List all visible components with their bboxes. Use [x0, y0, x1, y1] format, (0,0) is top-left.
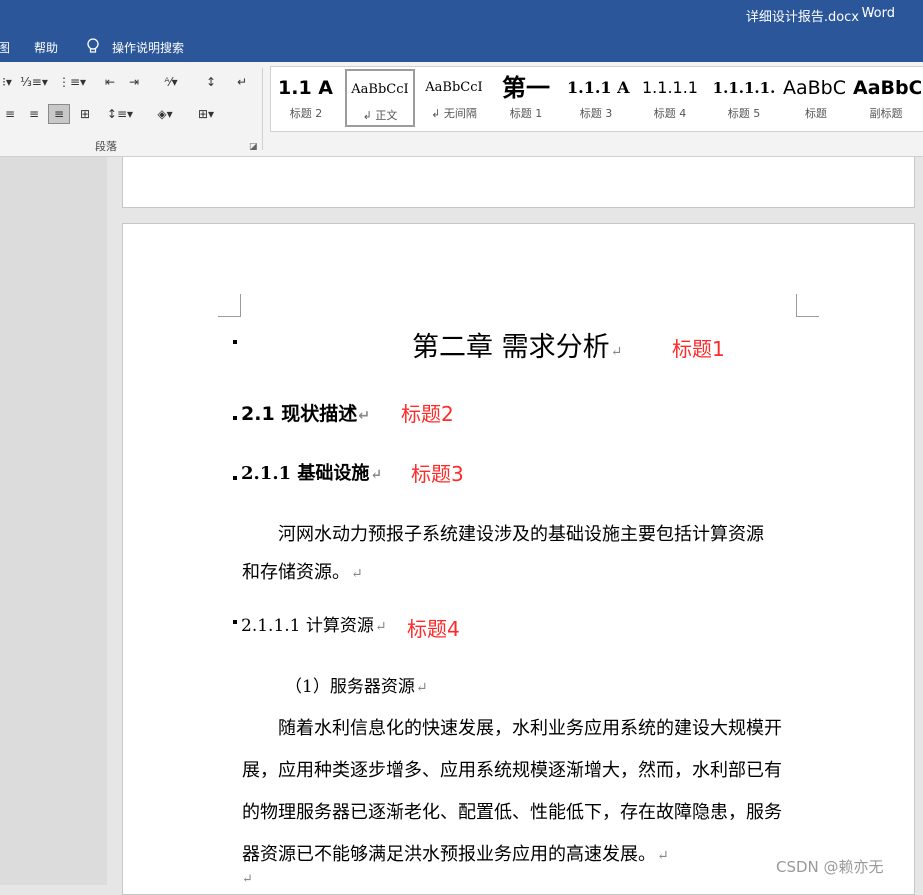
distributed-icon[interactable]: ⊞ — [74, 104, 96, 124]
heading-marker — [233, 620, 237, 624]
paragraph-mark: ↵ — [358, 408, 371, 424]
tab-help[interactable]: 帮助 — [34, 39, 58, 56]
chinese-layout-icon[interactable]: ᴬ⁄▾ — [156, 72, 186, 92]
body-text-line[interactable]: 展，应用种类逐步增多、应用系统规模逐渐增大，然而，水利部已有 — [242, 756, 782, 782]
document-page[interactable] — [122, 223, 915, 895]
style-heading-2[interactable]: 1.1 A 标题 2 — [271, 69, 341, 127]
paragraph-group-label: 段落 — [95, 140, 117, 153]
style-title[interactable]: AaBbC 标题 — [781, 69, 851, 127]
heading-4[interactable]: 2.1.1.1 计算资源↵ — [241, 611, 387, 636]
body-text-line[interactable]: 随着水利信息化的快速发展，水利业务应用系统的建设大规模开 — [278, 714, 782, 740]
heading-marker — [233, 416, 237, 420]
paragraph-mark: ↵ — [610, 344, 623, 360]
sort-icon[interactable]: ↕ — [200, 72, 222, 92]
tab-partial[interactable]: 图 — [0, 39, 10, 56]
body-text-line[interactable]: 器资源已不能够满足洪水预报业务应用的高速发展。↵ — [242, 840, 669, 866]
ribbon-tabs: 图 帮助 操作说明搜索 — [0, 30, 923, 62]
decrease-indent-icon[interactable]: ⇤ — [100, 72, 120, 92]
title-bar: 详细设计报告.docx - Word — [0, 0, 923, 30]
styles-gallery: 1.1 A 标题 2 AaBbCcI ↲ 正文 AaBbCcI ↲ 无间隔 第一… — [270, 66, 923, 132]
dialog-launcher-icon[interactable]: ◪ — [249, 142, 258, 152]
style-subtitle[interactable]: AaBbC 副标题 — [851, 69, 921, 127]
style-heading-3[interactable]: 1.1.1 A 标题 3 — [561, 69, 631, 127]
margin-corner-right — [796, 294, 819, 317]
annotation-heading-2: 标题2 — [401, 402, 454, 426]
paragraph-mark: ↵ — [370, 467, 383, 483]
ribbon: ⁝▾ ⅓≡▾ ⋮≡▾ ⇤ ⇥ ᴬ⁄▾ ↕ ↵ ≡ ≡ ≡ ⊞ ↕≡▾ ◈▾ ⊞▾… — [0, 62, 923, 157]
multilevel-list-icon[interactable]: ⋮≡▾ — [56, 72, 88, 92]
numbered-list-icon[interactable]: ⅓≡▾ — [18, 72, 50, 92]
annotation-heading-3: 标题3 — [411, 462, 464, 486]
annotation-heading-4: 标题4 — [407, 617, 460, 641]
previous-page-bottom — [122, 157, 915, 208]
heading-marker — [233, 340, 237, 344]
paragraph-mark: ↵ — [374, 619, 387, 635]
style-normal[interactable]: AaBbCcI ↲ 正文 — [345, 69, 415, 127]
heading-3[interactable]: 2.1.1 基础设施↵ — [241, 459, 382, 485]
show-marks-icon[interactable]: ↵ — [232, 72, 252, 92]
navigation-gutter — [0, 157, 107, 885]
body-text-line[interactable]: 河网水动力预报子系统建设涉及的基础设施主要包括计算资源 — [278, 520, 764, 546]
heading-marker — [233, 476, 237, 480]
margin-corner-left — [218, 294, 241, 317]
style-heading-1[interactable]: 第一 标题 1 — [491, 69, 561, 127]
body-text-line[interactable]: 的物理服务器已逐渐老化、配置低、性能低下，存在故障隐患，服务 — [242, 798, 782, 824]
paragraph-mark: ↵ — [415, 680, 428, 696]
document-title: 详细设计报告.docx — [745, 10, 859, 25]
style-no-spacing[interactable]: AaBbCcI ↲ 无间隔 — [419, 69, 489, 127]
shading-icon[interactable]: ◈▾ — [148, 104, 182, 124]
style-heading-4[interactable]: 1.1.1.1 标题 4 — [633, 69, 707, 127]
bullet-list-icon[interactable]: ⁝▾ — [0, 72, 14, 92]
increase-indent-icon[interactable]: ⇥ — [124, 72, 144, 92]
annotation-heading-1: 标题1 — [672, 337, 725, 361]
body-text-line[interactable]: 和存储资源。↵ — [242, 558, 363, 584]
watermark: CSDN @赖亦无 — [776, 858, 884, 876]
heading-2[interactable]: 2.1 现状描述↵ — [241, 399, 370, 426]
align-right-icon[interactable]: ≡ — [24, 104, 44, 124]
align-center-icon[interactable]: ≡ — [0, 104, 20, 124]
heading-1[interactable]: 第二章 需求分析↵ — [412, 325, 622, 364]
borders-icon[interactable]: ⊞▾ — [190, 104, 222, 124]
app-name: Word — [861, 6, 895, 21]
paragraph-mark: ↵ — [657, 848, 669, 864]
list-item[interactable]: （1）服务器资源↵ — [285, 672, 428, 697]
group-divider — [262, 68, 263, 150]
tell-me-search[interactable]: 操作说明搜索 — [112, 39, 184, 56]
line-spacing-icon[interactable]: ↕≡▾ — [104, 104, 136, 124]
justify-icon[interactable]: ≡ — [48, 104, 70, 124]
paragraph-mark: ↵ — [351, 566, 363, 582]
style-heading-5[interactable]: 1.1.1.1. 标题 5 — [707, 69, 781, 127]
lightbulb-icon — [86, 37, 100, 58]
